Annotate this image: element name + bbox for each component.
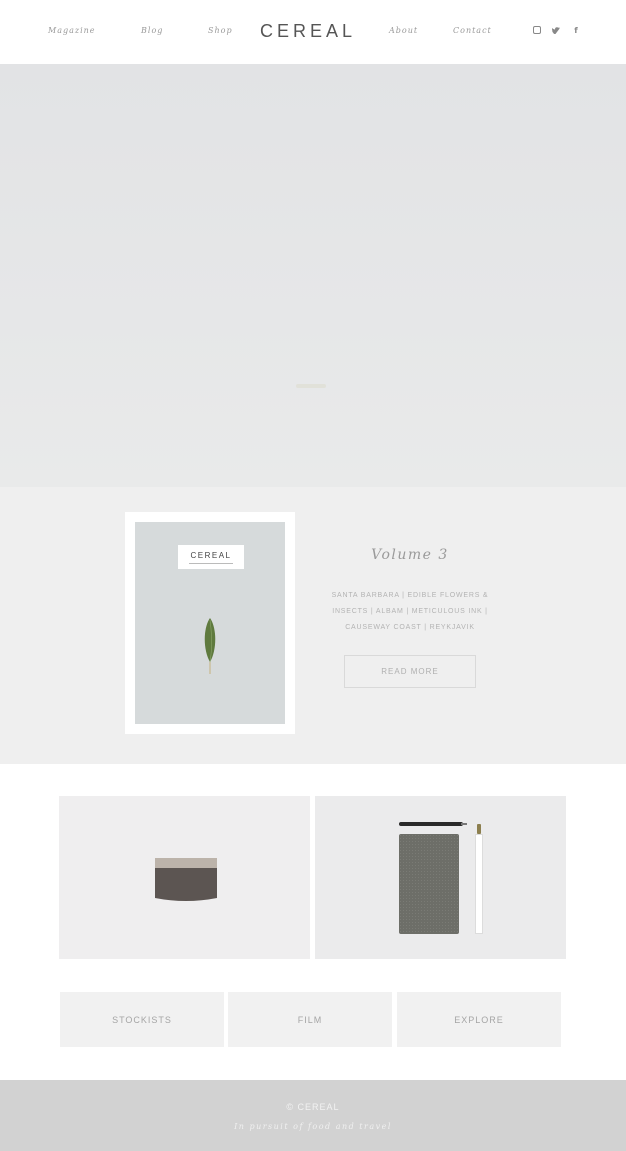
nav-link-blog[interactable]: Blog (141, 26, 163, 35)
magazine-cover[interactable]: CEREAL (125, 512, 295, 734)
link-stockists[interactable]: STOCKISTS (60, 992, 224, 1047)
product-image-wallet[interactable] (59, 796, 310, 959)
top-navigation: Magazine Blog Shop CEREAL About Contact … (0, 0, 626, 64)
pencil-clip (477, 824, 481, 834)
hero-detail (296, 384, 326, 388)
pencil-body (475, 834, 483, 934)
read-more-button[interactable]: READ MORE (344, 655, 476, 688)
nav-link-magazine[interactable]: Magazine (48, 26, 96, 35)
nav-link-about[interactable]: About (389, 26, 418, 35)
cover-image: CEREAL (135, 522, 285, 724)
twitter-icon[interactable] (552, 26, 560, 34)
nav-link-shop[interactable]: Shop (208, 26, 233, 35)
pencil-icon (475, 824, 483, 934)
product-image-notebook[interactable] (315, 796, 566, 959)
site-logo[interactable]: CEREAL (260, 20, 352, 42)
instagram-icon[interactable] (533, 26, 541, 34)
link-film[interactable]: FILM (228, 992, 392, 1047)
pen-icon (399, 822, 467, 826)
footer-copyright: © CEREAL (286, 1102, 340, 1112)
footer: © CEREAL In pursuit of food and travel (0, 1080, 626, 1151)
footer-tagline: In pursuit of food and travel (234, 1122, 392, 1131)
volume-description: SANTA BARBARA | EDIBLE FLOWERS & INSECTS… (331, 592, 489, 631)
nav-link-contact[interactable]: Contact (453, 26, 492, 35)
cover-label: CEREAL (178, 545, 244, 569)
volume-title: Volume 3 (371, 547, 449, 563)
link-explore[interactable]: EXPLORE (397, 992, 561, 1047)
cover-subtitle-line (189, 562, 233, 564)
hero-image (0, 64, 626, 487)
facebook-icon[interactable]: f (572, 26, 580, 35)
wallet-icon (155, 858, 217, 901)
feature-section: CEREAL Volume 3 SANTA BARBARA | EDIBLE F… (0, 487, 626, 764)
notebook-icon (399, 834, 459, 934)
leaf-icon (204, 618, 216, 674)
cover-title: CEREAL (190, 550, 232, 560)
